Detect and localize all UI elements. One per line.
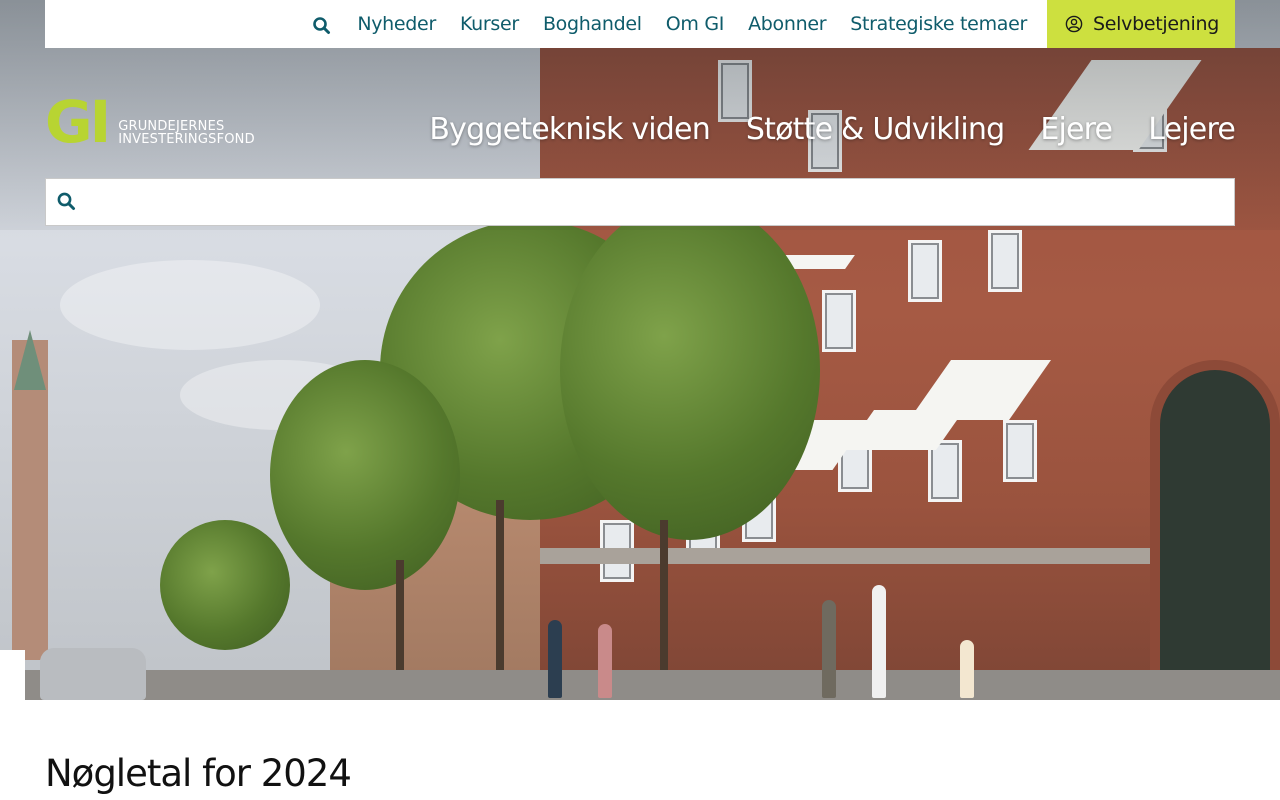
window	[988, 230, 1022, 292]
tree	[560, 200, 820, 540]
site-logo[interactable]: GI GRUNDEJERNES INVESTERINGSFOND	[45, 88, 255, 156]
mainnav-link-ejere[interactable]: Ejere	[1040, 112, 1113, 147]
pedestrian	[872, 585, 886, 698]
logo-mark: GI	[45, 88, 111, 156]
street	[0, 670, 1280, 700]
window	[1003, 420, 1037, 482]
sky-cloud	[60, 260, 320, 350]
search-icon	[313, 17, 331, 34]
main-nav: Byggeteknisk viden Støtte & Udvikling Ej…	[393, 112, 1235, 147]
topnav-link-strategiske-temaer[interactable]: Strategiske temaer	[850, 13, 1027, 35]
selfservice-button[interactable]: Selvbetjening	[1047, 0, 1235, 48]
parked-car	[40, 648, 146, 700]
user-circle-icon	[1065, 15, 1083, 33]
pedestrian	[548, 620, 562, 698]
search-bar	[45, 178, 1235, 226]
pedestrian	[822, 600, 836, 698]
topnav-link-kurser[interactable]: Kurser	[460, 13, 519, 35]
window	[908, 240, 942, 302]
pedestrian	[960, 640, 974, 698]
page-title: Nøgletal for 2024	[45, 752, 352, 795]
tree	[160, 520, 290, 650]
mainnav-link-lejere[interactable]: Lejere	[1148, 112, 1236, 147]
pedestrian	[598, 624, 612, 698]
logo-line-2: INVESTERINGSFOND	[118, 132, 255, 147]
selfservice-label: Selvbetjening	[1093, 13, 1219, 35]
window	[822, 290, 856, 352]
mainnav-link-stotte-udvikling[interactable]: Støtte & Udvikling	[746, 112, 1005, 147]
topnav-link-boghandel[interactable]: Boghandel	[543, 13, 642, 35]
arched-doorway	[1150, 360, 1280, 700]
logo-wordmark: GRUNDEJERNES INVESTERINGSFOND	[118, 120, 255, 146]
tower-spire	[14, 330, 46, 390]
topnav-link-nyheder[interactable]: Nyheder	[357, 13, 436, 35]
topnav-link-om-gi[interactable]: Om GI	[666, 13, 725, 35]
top-nav: Nyheder Kurser Boghandel Om GI Abonner S…	[45, 0, 1235, 48]
hero-cutout	[0, 650, 25, 700]
search-icon[interactable]	[56, 191, 78, 213]
top-search-button[interactable]	[311, 12, 335, 36]
mainnav-link-byggeteknisk-viden[interactable]: Byggeteknisk viden	[429, 112, 710, 147]
topnav-link-abonner[interactable]: Abonner	[748, 13, 826, 35]
tree	[270, 360, 460, 590]
search-input[interactable]	[88, 182, 1234, 222]
